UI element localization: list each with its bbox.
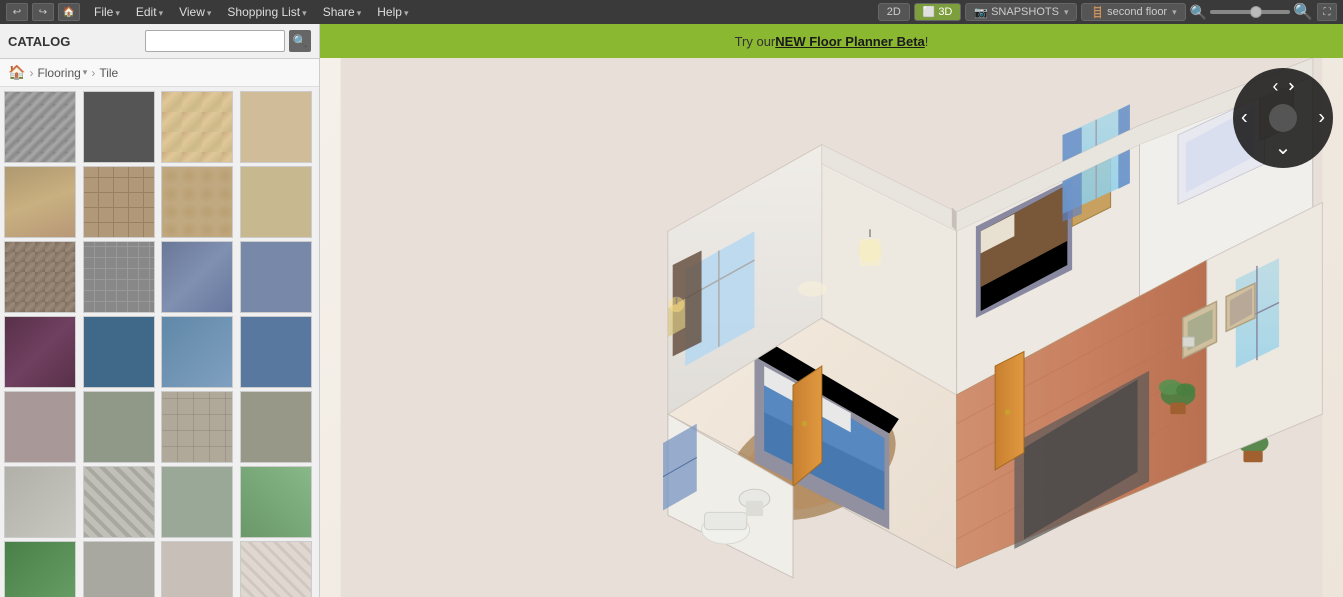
tile-item[interactable] [240,391,312,463]
tile-item[interactable] [83,91,155,163]
home-icon[interactable]: 🏠 [8,64,25,81]
catalog-header: CATALOG 🔍 [0,24,319,59]
view-2d-button[interactable]: 2D [878,3,910,21]
tile-item[interactable] [161,316,233,388]
nav-left-button[interactable]: ‹ [1241,107,1248,130]
tile-item[interactable] [161,466,233,538]
tile-item[interactable] [240,241,312,313]
promo-banner: Try our NEW Floor Planner Beta ! [320,24,1343,58]
nav-down-button[interactable]: ⌄ [1275,135,1292,160]
tile-item[interactable] [240,466,312,538]
nav-up-button[interactable]: ‹⌃ [1272,76,1293,97]
zoom-in-icon[interactable]: 🔍 [1293,2,1313,22]
tile-item[interactable] [4,316,76,388]
app-icon: 🏠 [58,3,80,21]
zoom-out-icon[interactable]: 🔍 [1190,4,1207,21]
tile-grid [0,87,319,597]
zoom-thumb[interactable] [1250,6,1262,18]
catalog-title: CATALOG [8,34,70,49]
tile-item[interactable] [4,541,76,597]
menu-bar: ↩ ↪ 🏠 File▾ Edit▾ View▾ Shopping List▾ S… [0,0,1343,24]
zoom-area: 🔍 🔍 [1190,2,1313,22]
tile-item[interactable] [4,241,76,313]
tile-item[interactable] [4,166,76,238]
menu-file[interactable]: File▾ [86,0,128,24]
tile-item[interactable] [83,466,155,538]
menu-help[interactable]: Help▾ [369,0,416,24]
tile-item[interactable] [161,241,233,313]
search-area: 🔍 [145,30,311,52]
tile-item[interactable] [83,541,155,597]
tile-item[interactable] [240,541,312,597]
menu-view[interactable]: View▾ [171,0,219,24]
breadcrumb-flooring[interactable]: Flooring ▾ [37,66,87,80]
breadcrumb-tile[interactable]: Tile [99,66,118,80]
tile-item[interactable] [161,166,233,238]
tile-item[interactable] [83,391,155,463]
nav-circle: ‹⌃ ⌄ ‹ › [1233,68,1333,168]
tile-item[interactable] [4,91,76,163]
view-3d-button[interactable]: ⬜3D [914,3,962,21]
tile-item[interactable] [240,316,312,388]
tile-item[interactable] [4,466,76,538]
redo-button[interactable]: ↪ [32,3,54,21]
tile-item[interactable] [161,91,233,163]
search-button[interactable]: 🔍 [289,30,311,52]
menu-edit[interactable]: Edit▾ [128,0,171,24]
promo-exclaim: ! [925,34,929,49]
logo-area: ↩ ↪ 🏠 [0,3,86,21]
content-area: Try our NEW Floor Planner Beta ! ‹⌃ ⌄ ‹ … [320,24,1343,597]
tile-item[interactable] [240,91,312,163]
search-input[interactable] [145,30,285,52]
undo-button[interactable]: ↩ [6,3,28,21]
view-controls: 2D ⬜3D 📷SNAPSHOTS▾ 🪜second floor▾ 🔍 🔍 ⛶ [872,2,1343,22]
nav-right-button[interactable]: › [1318,107,1325,130]
menu-share[interactable]: Share▾ [315,0,370,24]
tile-item[interactable] [240,166,312,238]
nav-center [1269,104,1297,132]
tile-item[interactable] [83,241,155,313]
sidebar: CATALOG 🔍 🏠 › Flooring ▾ › Tile [0,24,320,597]
tile-item[interactable] [83,166,155,238]
promo-link[interactable]: NEW Floor Planner Beta [775,34,925,49]
fullscreen-button[interactable]: ⛶ [1317,3,1337,21]
zoom-slider[interactable] [1210,10,1290,14]
tile-item[interactable] [161,391,233,463]
tile-item[interactable] [4,391,76,463]
main-area: CATALOG 🔍 🏠 › Flooring ▾ › Tile [0,24,1343,597]
floorplan-view[interactable] [320,58,1343,597]
promo-text: Try our [735,34,776,49]
3d-view[interactable]: ‹⌃ ⌄ ‹ › [320,58,1343,597]
menu-shopping-list[interactable]: Shopping List▾ [219,0,314,24]
floor-selector[interactable]: 🪜second floor▾ [1081,3,1185,21]
snapshots-button[interactable]: 📷SNAPSHOTS▾ [965,3,1077,21]
navigation-overlay: ‹⌃ ⌄ ‹ › [1233,68,1333,168]
breadcrumb: 🏠 › Flooring ▾ › Tile [0,59,319,87]
tile-item[interactable] [161,541,233,597]
tile-item[interactable] [83,316,155,388]
